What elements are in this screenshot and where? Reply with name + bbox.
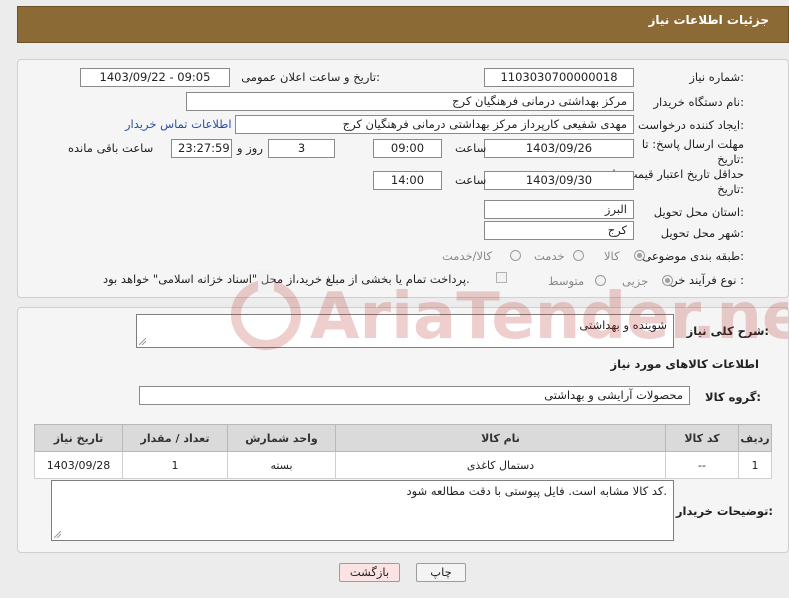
process-partial-radio[interactable] bbox=[662, 275, 673, 286]
treasury-payment-checkbox[interactable] bbox=[496, 272, 507, 283]
purchase-process-label: نوع فرآیند خرید : bbox=[662, 273, 744, 287]
price-validity-date-field[interactable]: 1403/09/30 bbox=[484, 171, 634, 190]
cell-quantity: 1 bbox=[122, 451, 228, 479]
buyer-notes-text: کد کالا مشابه است. فایل پیوستی با دقت مط… bbox=[406, 484, 667, 498]
goods-group-label: گروه کالا: bbox=[705, 390, 761, 404]
process-medium-label: متوسط bbox=[548, 274, 585, 288]
cell-item-code: -- bbox=[665, 451, 739, 479]
requester-label: ایجاد کننده درخواست: bbox=[638, 118, 744, 132]
need-number-label: شماره نیاز: bbox=[689, 70, 744, 84]
category-goods-service-label: کالا/خدمت bbox=[442, 249, 493, 263]
reply-date-field[interactable]: 1403/09/26 bbox=[484, 139, 634, 158]
page-title: جزئیات اطلاعات نیاز bbox=[648, 13, 769, 27]
items-table-header-row: ردیف کد کالا نام کالا واحد شمارش تعداد /… bbox=[34, 424, 772, 452]
remaining-time-label: ساعت باقی مانده bbox=[68, 141, 154, 155]
requester-field[interactable]: مهدی شفیعی کارپرداز مرکز بهداشتی درمانی … bbox=[235, 115, 634, 134]
cell-unit: بسته bbox=[227, 451, 336, 479]
col-item-name: نام کالا bbox=[335, 424, 666, 452]
price-validity-time-field[interactable]: 14:00 bbox=[373, 171, 442, 190]
price-validity-time-label: ساعت bbox=[455, 173, 487, 187]
col-quantity: تعداد / مقدار bbox=[122, 424, 228, 452]
delivery-province-label: استان محل تحویل: bbox=[653, 205, 744, 219]
col-need-date: تاریخ نیاز bbox=[34, 424, 123, 452]
reply-time-label: ساعت bbox=[455, 141, 487, 155]
delivery-city-label: شهر محل تحویل: bbox=[660, 226, 744, 240]
cell-row-number: 1 bbox=[738, 451, 772, 479]
table-row[interactable]: 1 -- دستمال کاغذی بسته 1 1403/09/28 bbox=[34, 451, 772, 479]
process-medium-radio[interactable] bbox=[595, 275, 606, 286]
need-number-field[interactable]: 1103030700000018 bbox=[484, 68, 634, 87]
category-goods-service-radio[interactable] bbox=[510, 250, 521, 261]
remaining-time-field[interactable]: 23:27:59 bbox=[171, 139, 232, 158]
treasury-payment-note: پرداخت تمام یا بخشی از مبلغ خرید،از محل … bbox=[103, 272, 470, 286]
back-button[interactable]: بازگشت bbox=[339, 563, 400, 582]
category-goods-label: کالا bbox=[604, 249, 620, 263]
cell-need-date: 1403/09/28 bbox=[34, 451, 123, 479]
delivery-province-field[interactable]: البرز bbox=[484, 200, 634, 219]
days-label: روز و bbox=[237, 141, 263, 155]
buyer-org-label: نام دستگاه خریدار: bbox=[653, 95, 744, 109]
print-button[interactable]: چاپ bbox=[416, 563, 466, 582]
cell-item-name: دستمال کاغذی bbox=[335, 451, 666, 479]
general-description-label: شرح کلی نیاز: bbox=[686, 324, 769, 338]
reply-deadline-label-2: تاریخ: bbox=[717, 152, 744, 166]
announce-datetime-field[interactable]: 1403/09/22 - 09:05 bbox=[80, 68, 230, 87]
delivery-city-field[interactable]: کرج bbox=[484, 221, 634, 240]
category-service-radio[interactable] bbox=[573, 250, 584, 261]
resize-grip-icon[interactable] bbox=[54, 531, 61, 538]
col-unit: واحد شمارش bbox=[227, 424, 336, 452]
buyer-notes-textarea[interactable]: کد کالا مشابه است. فایل پیوستی با دقت مط… bbox=[51, 480, 674, 541]
general-description-textarea[interactable]: شوینده و بهداشتی bbox=[136, 314, 674, 348]
resize-grip-icon[interactable] bbox=[139, 338, 146, 345]
category-goods-radio[interactable] bbox=[634, 250, 645, 261]
buyer-notes-label: توضیحات خریدار: bbox=[675, 504, 773, 518]
category-label: طبقه بندی موضوعی: bbox=[642, 249, 744, 263]
buyer-contact-link[interactable]: اطلاعات تماس خریدار bbox=[125, 117, 232, 131]
announce-datetime-label: تاریخ و ساعت اعلان عمومی: bbox=[241, 70, 380, 84]
general-description-text: شوینده و بهداشتی bbox=[579, 318, 667, 332]
price-validity-label-2: تاریخ: bbox=[717, 182, 744, 196]
items-section-title: اطلاعات کالاهای مورد نیاز bbox=[610, 357, 759, 371]
col-row-number: ردیف bbox=[738, 424, 772, 452]
items-table: ردیف کد کالا نام کالا واحد شمارش تعداد /… bbox=[34, 424, 772, 479]
category-service-label: خدمت bbox=[534, 249, 565, 263]
goods-group-field[interactable]: محصولات آرایشی و بهداشتی bbox=[139, 386, 690, 405]
col-item-code: کد کالا bbox=[665, 424, 739, 452]
reply-deadline-label: مهلت ارسال پاسخ: تا bbox=[641, 137, 744, 151]
reply-time-field[interactable]: 09:00 bbox=[373, 139, 442, 158]
buyer-org-field[interactable]: مرکز بهداشتی درمانی فرهنگیان کرج bbox=[186, 92, 634, 111]
days-field[interactable]: 3 bbox=[268, 139, 335, 158]
process-partial-label: جزیی bbox=[622, 274, 649, 288]
